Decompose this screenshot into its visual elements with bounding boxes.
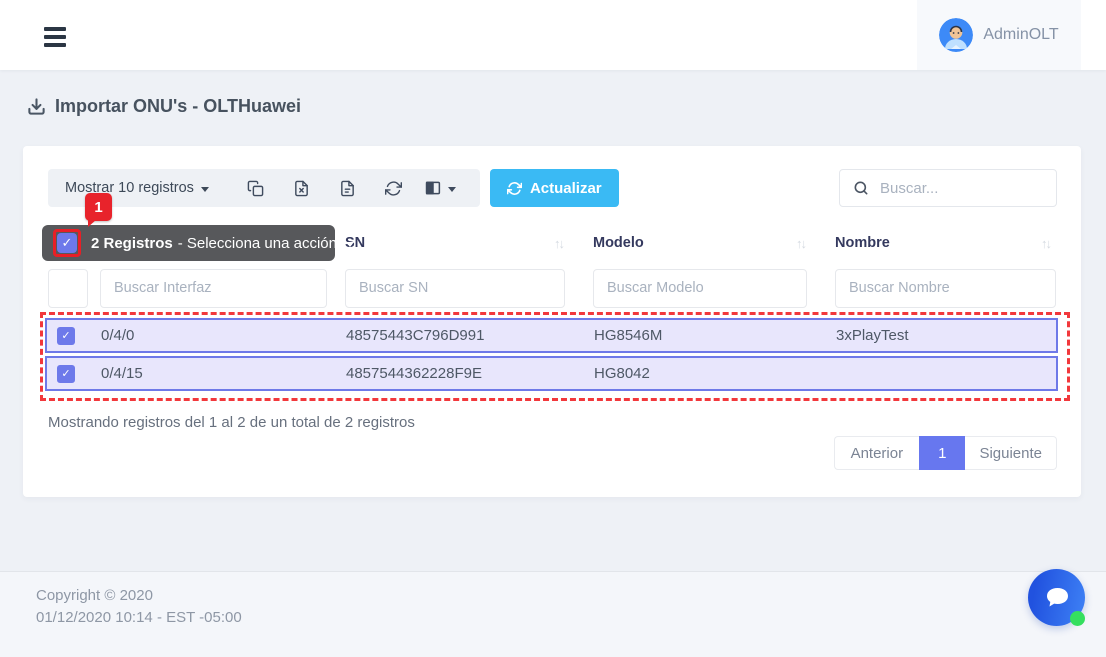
top-navbar: AdminOLT (0, 0, 1106, 70)
datetime-text: 01/12/2020 10:14 - EST -05:00 (36, 607, 1106, 629)
table-tools-group: Mostrar 10 registros (48, 169, 480, 207)
bulk-action-dropdown[interactable]: ✓ 2 Registros - Selecciona una acción (42, 225, 335, 261)
filter-modelo-input[interactable] (593, 269, 807, 308)
table-search (839, 169, 1057, 207)
copy-icon (247, 180, 264, 197)
search-input[interactable] (880, 180, 1043, 197)
actualizar-button[interactable]: Actualizar (490, 169, 619, 207)
column-header-sn[interactable]: SN ↑↓ (345, 235, 593, 251)
row-checkbox[interactable]: ✓ (57, 365, 75, 383)
export-file-button[interactable] (325, 169, 371, 207)
table-toolbar: Mostrar 10 registros (48, 169, 1057, 207)
column-header-modelo[interactable]: Modelo ↑↓ (593, 235, 835, 251)
cell-interfaz: 0/4/0 (99, 327, 344, 344)
avatar (939, 18, 973, 52)
online-status-dot (1070, 611, 1085, 626)
table-row[interactable]: ✓ 0/4/0 48575443C796D991 HG8546M 3xPlayT… (45, 318, 1058, 353)
bulk-action-label: 2 Registros - Selecciona una acción (91, 235, 337, 252)
column-visibility-dropdown[interactable] (417, 169, 463, 207)
copyright-text: Copyright © 2020 (36, 585, 1106, 607)
table-row[interactable]: ✓ 0/4/15 4857544362228F9E HG8042 (45, 356, 1058, 391)
columns-icon (424, 179, 442, 197)
cell-interfaz: 0/4/15 (99, 365, 344, 382)
table-body: ✓ 0/4/0 48575443C796D991 HG8546M 3xPlayT… (45, 318, 1058, 394)
sort-icon: ↑↓ (1041, 236, 1050, 251)
caret-down-icon (201, 187, 209, 192)
annotation-highlight-box: ✓ (53, 229, 81, 257)
cell-modelo: HG8042 (592, 365, 834, 382)
pagination-page-1-button[interactable]: 1 (919, 436, 965, 470)
refresh-icon (507, 181, 522, 196)
chat-bubble-icon (1043, 585, 1071, 611)
sort-icon: ↑↓ (796, 236, 805, 251)
cell-modelo: HG8546M (592, 327, 834, 344)
reload-table-button[interactable] (371, 169, 417, 207)
caret-down-icon (346, 242, 354, 247)
pagination-previous-button[interactable]: Anterior (834, 436, 920, 470)
page-title: Importar ONU's - OLTHuawei (27, 96, 301, 117)
sort-icon: ↑↓ (554, 236, 563, 251)
copy-button[interactable] (233, 169, 279, 207)
cell-sn: 4857544362228F9E (344, 365, 592, 382)
filter-interfaz-input[interactable] (100, 269, 327, 308)
hamburger-menu-icon[interactable] (44, 27, 66, 51)
file-text-icon (339, 180, 356, 197)
cell-sn: 48575443C796D991 (344, 327, 592, 344)
filter-nombre-input[interactable] (835, 269, 1056, 308)
chat-widget-button[interactable] (1028, 569, 1085, 626)
excel-file-icon (293, 180, 310, 197)
row-checkbox[interactable]: ✓ (57, 327, 75, 345)
refresh-icon (385, 180, 402, 197)
pagination-next-button[interactable]: Siguiente (965, 436, 1057, 470)
export-excel-button[interactable] (279, 169, 325, 207)
pagination: Anterior 1 Siguiente (834, 436, 1057, 470)
datatable-card: Mostrar 10 registros (23, 146, 1081, 497)
checkbox-filter-cell (48, 269, 88, 308)
annotation-step-badge: 1 (85, 193, 112, 221)
select-all-checkbox[interactable]: ✓ (57, 233, 77, 253)
column-header-nombre[interactable]: Nombre ↑↓ (835, 235, 1056, 251)
table-info: Mostrando registros del 1 al 2 de un tot… (48, 414, 415, 431)
page-footer: Copyright © 2020 01/12/2020 10:14 - EST … (0, 571, 1106, 657)
cell-nombre: 3xPlayTest (834, 327, 1055, 344)
user-menu[interactable]: AdminOLT (917, 0, 1081, 70)
caret-down-icon (448, 187, 456, 192)
filter-sn-input[interactable] (345, 269, 565, 308)
download-icon (27, 97, 46, 116)
filter-row (48, 268, 1056, 308)
user-name: AdminOLT (983, 26, 1058, 44)
search-icon (853, 180, 869, 196)
